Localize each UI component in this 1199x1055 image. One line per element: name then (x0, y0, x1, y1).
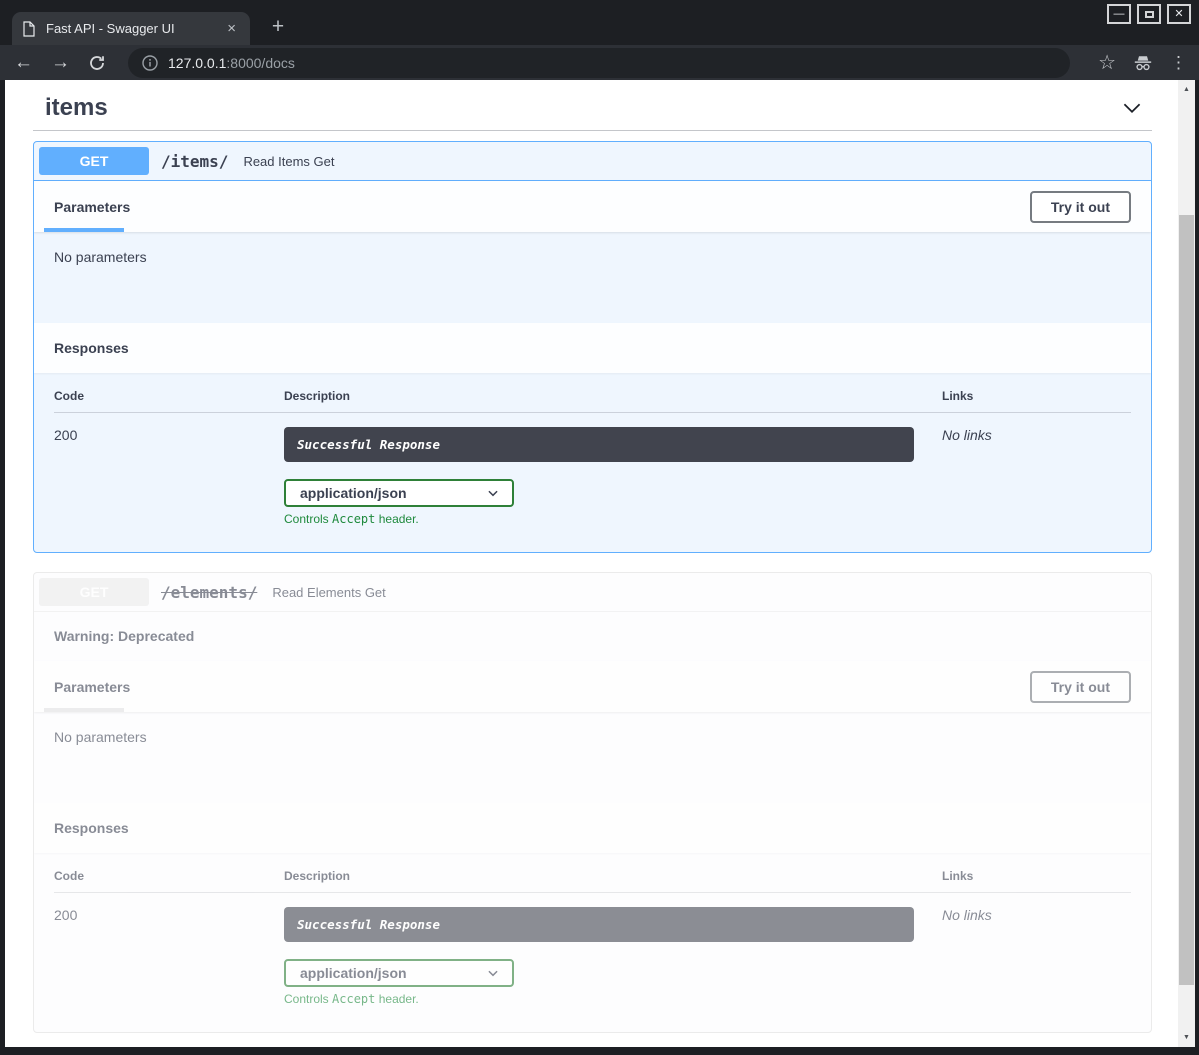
site-info-icon[interactable] (142, 55, 158, 71)
browser-toolbar: ← → 127.0.0.1:8000/docs ☆ ⋮ (0, 45, 1199, 80)
response-description: Successful Response (284, 427, 914, 462)
response-links: No links (942, 427, 1131, 526)
opblock-get-elements-deprecated: GET /elements/ Read Elements Get Warning… (33, 572, 1152, 1033)
responses-header: Responses (34, 323, 1151, 373)
response-description-cell: Successful Response application/json Con… (284, 427, 942, 526)
accept-header-note: Controls Accept header. (284, 992, 942, 1006)
close-window-button[interactable]: ✕ (1167, 4, 1191, 24)
responses-title: Responses (54, 340, 129, 356)
media-type-select[interactable]: application/json (284, 959, 514, 987)
page-content: items GET /items/ Read Items Get Paramet… (5, 80, 1178, 1047)
parameters-header: Parameters Try it out (34, 181, 1151, 232)
description-column-header: Description (284, 869, 942, 883)
media-type-select[interactable]: application/json (284, 479, 514, 507)
links-column-header: Links (942, 389, 1131, 403)
select-chevron-icon (486, 966, 500, 980)
no-parameters-text: No parameters (54, 249, 147, 265)
maximize-button[interactable] (1137, 4, 1161, 24)
tab-close-icon[interactable]: × (223, 20, 240, 37)
response-code: 200 (54, 907, 284, 1006)
opblock-summary[interactable]: GET /items/ Read Items Get (34, 142, 1151, 181)
incognito-icon (1132, 53, 1154, 73)
response-code: 200 (54, 427, 284, 526)
swagger-page: items GET /items/ Read Items Get Paramet… (5, 80, 1195, 1047)
responses-body: Code Description Links 200 Successful Re… (34, 853, 1151, 1032)
opblock-summary[interactable]: GET /elements/ Read Elements Get (34, 573, 1151, 612)
responses-header: Responses (34, 803, 1151, 853)
address-bar[interactable]: 127.0.0.1:8000/docs (128, 48, 1070, 78)
responses-body: Code Description Links 200 Successful Re… (34, 373, 1151, 552)
opblock-get-items: GET /items/ Read Items Get Parameters Tr… (33, 141, 1152, 553)
description-column-header: Description (284, 389, 942, 403)
endpoint-path: /items/ (161, 152, 228, 171)
bookmark-star-icon[interactable]: ☆ (1098, 50, 1116, 75)
responses-table-header: Code Description Links (54, 869, 1131, 893)
browser-tab[interactable]: Fast API - Swagger UI × (12, 12, 250, 45)
links-column-header: Links (942, 869, 1131, 883)
media-type-value: application/json (300, 965, 407, 981)
response-row-200: 200 Successful Response application/json… (54, 893, 1131, 1006)
response-description: Successful Response (284, 907, 914, 942)
minimize-button[interactable]: — (1107, 4, 1131, 24)
tag-section-header[interactable]: items (33, 88, 1152, 131)
endpoint-summary: Read Elements Get (272, 585, 385, 600)
browser-menu-icon[interactable]: ⋮ (1170, 53, 1187, 73)
url-text[interactable]: 127.0.0.1:8000/docs (168, 55, 295, 71)
try-it-out-button[interactable]: Try it out (1030, 671, 1131, 703)
scroll-up-arrow[interactable]: ▲ (1178, 82, 1195, 97)
tab-title: Fast API - Swagger UI (46, 21, 223, 36)
reload-button[interactable] (88, 54, 106, 72)
parameters-tab: Parameters (54, 199, 130, 215)
response-description-cell: Successful Response application/json Con… (284, 907, 942, 1006)
select-chevron-icon (486, 486, 500, 500)
parameters-body: No parameters (34, 712, 1151, 803)
browser-titlebar: Fast API - Swagger UI × + — ✕ (0, 0, 1199, 45)
collapse-chevron-icon[interactable] (1119, 95, 1145, 121)
maximize-icon (1145, 11, 1154, 18)
media-type-value: application/json (300, 485, 407, 501)
page-scrollbar[interactable]: ▲ ▼ (1178, 80, 1195, 1047)
window-controls: — ✕ (1107, 4, 1191, 24)
new-tab-button[interactable]: + (264, 13, 292, 41)
parameters-tab: Parameters (54, 679, 130, 695)
url-path: :8000/docs (226, 55, 295, 71)
document-icon (22, 21, 36, 37)
method-badge-get: GET (39, 578, 149, 606)
parameters-header: Parameters Try it out (34, 661, 1151, 712)
deprecated-warning: Warning: Deprecated (34, 612, 1151, 661)
reload-icon (88, 54, 106, 72)
endpoint-summary: Read Items Get (243, 154, 334, 169)
parameters-tab-underline (44, 228, 124, 232)
method-badge-get: GET (39, 147, 149, 175)
scrollbar-thumb[interactable] (1179, 215, 1194, 985)
responses-title: Responses (54, 820, 129, 836)
code-column-header: Code (54, 869, 284, 883)
no-parameters-text: No parameters (54, 729, 147, 745)
tag-title: items (45, 94, 108, 122)
response-links: No links (942, 907, 1131, 1006)
accept-header-code: Accept (332, 992, 375, 1006)
endpoint-path: /elements/ (161, 583, 257, 602)
response-row-200: 200 Successful Response application/json… (54, 413, 1131, 526)
back-button[interactable]: ← (14, 53, 33, 72)
responses-table-header: Code Description Links (54, 389, 1131, 413)
accept-header-code: Accept (332, 512, 375, 526)
forward-button[interactable]: → (51, 53, 70, 72)
url-host: 127.0.0.1 (168, 55, 226, 71)
scroll-down-arrow[interactable]: ▼ (1178, 1030, 1195, 1045)
accept-header-note: Controls Accept header. (284, 512, 942, 526)
code-column-header: Code (54, 389, 284, 403)
parameters-body: No parameters (34, 232, 1151, 323)
try-it-out-button[interactable]: Try it out (1030, 191, 1131, 223)
